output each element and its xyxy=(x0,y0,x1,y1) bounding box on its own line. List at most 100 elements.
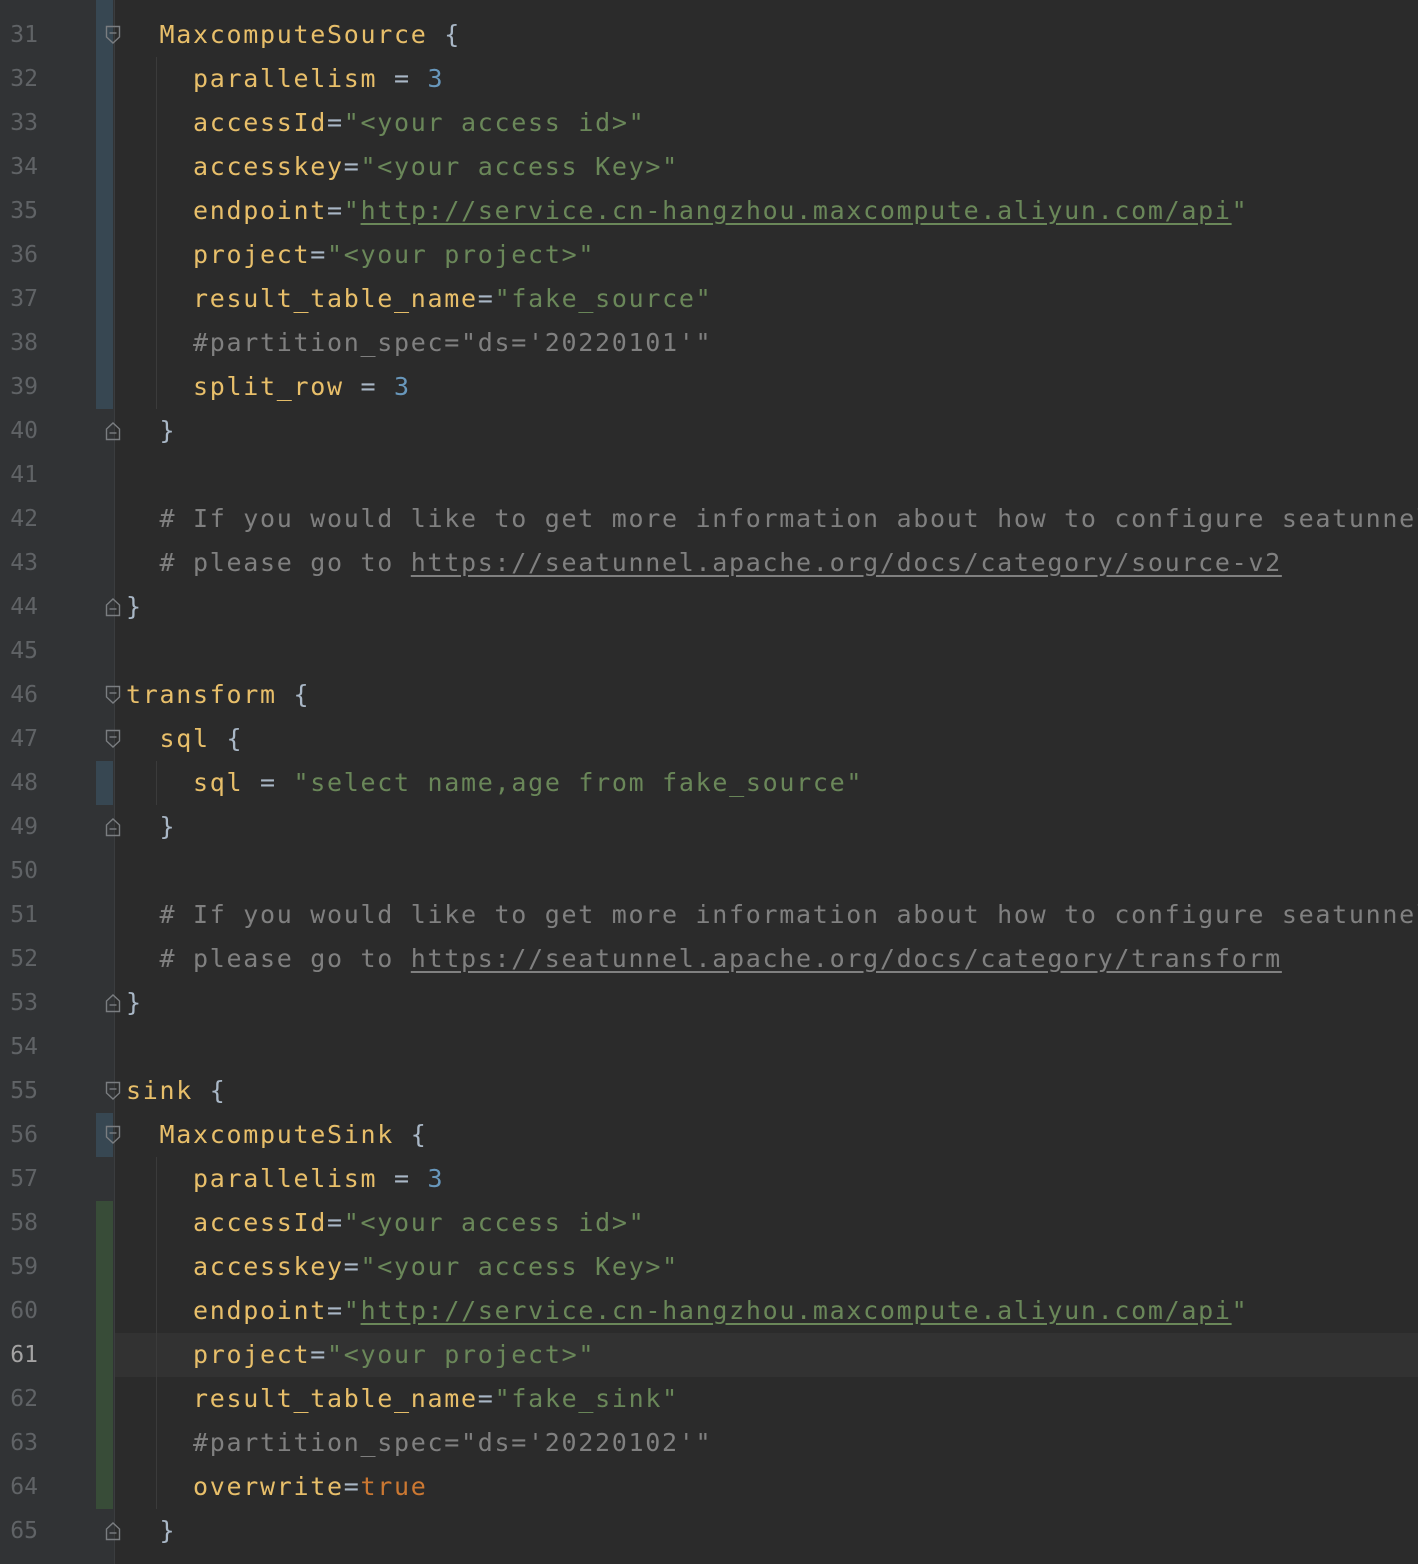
code-line[interactable]: 37 result_table_name="fake_source" xyxy=(0,277,1418,321)
line-number[interactable]: 53 xyxy=(0,981,38,1025)
line-number[interactable]: 45 xyxy=(0,629,38,673)
code-line[interactable]: 34 accesskey="<your access Key>" xyxy=(0,145,1418,189)
line-number[interactable]: 42 xyxy=(0,497,38,541)
code-text[interactable]: accessId="<your access id>" xyxy=(126,101,645,145)
code-text[interactable]: parallelism = 3 xyxy=(126,1157,444,1201)
code-text[interactable]: accessId="<your access id>" xyxy=(126,1201,645,1245)
code-text[interactable]: endpoint="http://service.cn-hangzhou.max… xyxy=(126,1289,1248,1333)
code-line[interactable]: 42 # If you would like to get more infor… xyxy=(0,497,1418,541)
code-text[interactable]: result_table_name="fake_sink" xyxy=(126,1377,679,1421)
code-text[interactable]: } xyxy=(126,805,176,849)
code-text[interactable]: split_row = 3 xyxy=(126,365,411,409)
line-number[interactable]: 38 xyxy=(0,321,38,365)
line-number[interactable]: 65 xyxy=(0,1509,38,1553)
code-line[interactable]: 33 accessId="<your access id>" xyxy=(0,101,1418,145)
code-text[interactable]: sink { xyxy=(126,1069,227,1113)
code-line[interactable]: 52 # please go to https://seatunnel.apac… xyxy=(0,937,1418,981)
code-text[interactable]: } xyxy=(126,409,176,453)
line-number[interactable]: 58 xyxy=(0,1201,38,1245)
line-number[interactable]: 35 xyxy=(0,189,38,233)
line-number[interactable]: 43 xyxy=(0,541,38,585)
code-text[interactable]: } xyxy=(126,1509,176,1553)
code-line[interactable]: 56 MaxcomputeSink { xyxy=(0,1113,1418,1157)
code-line[interactable]: 51 # If you would like to get more infor… xyxy=(0,893,1418,937)
code-line[interactable]: 48 sql = "select name,age from fake_sour… xyxy=(0,761,1418,805)
code-text[interactable]: parallelism = 3 xyxy=(126,57,444,101)
code-line[interactable]: 63 #partition_spec="ds='20220102'" xyxy=(0,1421,1418,1465)
code-text[interactable]: #partition_spec="ds='20220102'" xyxy=(126,1421,712,1465)
line-number[interactable]: 51 xyxy=(0,893,38,937)
line-number[interactable]: 39 xyxy=(0,365,38,409)
code-text[interactable]: overwrite=true xyxy=(126,1465,428,1509)
code-text[interactable]: transform { xyxy=(126,673,310,717)
line-number[interactable]: 37 xyxy=(0,277,38,321)
code-line[interactable]: 47 sql { xyxy=(0,717,1418,761)
code-text[interactable]: MaxcomputeSink { xyxy=(126,1113,428,1157)
code-text[interactable]: project="<your project>" xyxy=(126,233,595,277)
line-number[interactable]: 64 xyxy=(0,1465,38,1509)
code-line[interactable]: 55 sink { xyxy=(0,1069,1418,1113)
line-number[interactable]: 47 xyxy=(0,717,38,761)
code-line[interactable]: 49 } xyxy=(0,805,1418,849)
code-line[interactable]: 45 xyxy=(0,629,1418,673)
code-line[interactable]: 44} xyxy=(0,585,1418,629)
line-number[interactable]: 31 xyxy=(0,13,38,57)
code-editor[interactable]: 31 MaxcomputeSource {32 parallelism = 33… xyxy=(0,0,1418,1564)
code-line[interactable]: 43 # please go to https://seatunnel.apac… xyxy=(0,541,1418,585)
line-number[interactable]: 56 xyxy=(0,1113,38,1157)
line-number[interactable]: 34 xyxy=(0,145,38,189)
code-text[interactable]: accesskey="<your access Key>" xyxy=(126,145,679,189)
code-line[interactable]: 41 xyxy=(0,453,1418,497)
line-number[interactable]: 54 xyxy=(0,1025,38,1069)
code-text[interactable]: endpoint="http://service.cn-hangzhou.max… xyxy=(126,189,1248,233)
line-number[interactable]: 46 xyxy=(0,673,38,717)
code-line[interactable]: 61 project="<your project>" xyxy=(0,1333,1418,1377)
code-text[interactable]: # If you would like to get more informat… xyxy=(126,497,1418,541)
code-text[interactable]: } xyxy=(126,585,143,629)
code-text[interactable]: sql = "select name,age from fake_source" xyxy=(126,761,863,805)
line-number[interactable]: 41 xyxy=(0,453,38,497)
code-line[interactable]: 36 project="<your project>" xyxy=(0,233,1418,277)
line-number[interactable]: 52 xyxy=(0,937,38,981)
line-number[interactable]: 33 xyxy=(0,101,38,145)
line-number[interactable]: 57 xyxy=(0,1157,38,1201)
line-number[interactable]: 59 xyxy=(0,1245,38,1289)
code-text[interactable]: # If you would like to get more informat… xyxy=(126,893,1418,937)
code-text[interactable]: #partition_spec="ds='20220101'" xyxy=(126,321,712,365)
code-line[interactable]: 65 } xyxy=(0,1509,1418,1553)
line-number[interactable]: 48 xyxy=(0,761,38,805)
code-text[interactable]: project="<your project>" xyxy=(126,1333,595,1377)
line-number[interactable]: 60 xyxy=(0,1289,38,1333)
code-text[interactable]: accesskey="<your access Key>" xyxy=(126,1245,679,1289)
line-number[interactable]: 62 xyxy=(0,1377,38,1421)
code-line[interactable]: 53} xyxy=(0,981,1418,1025)
code-line[interactable]: 32 parallelism = 3 xyxy=(0,57,1418,101)
code-line[interactable]: 54 xyxy=(0,1025,1418,1069)
code-line[interactable]: 46 transform { xyxy=(0,673,1418,717)
line-number[interactable]: 61 xyxy=(0,1333,38,1377)
line-number[interactable]: 44 xyxy=(0,585,38,629)
line-number[interactable]: 49 xyxy=(0,805,38,849)
code-line[interactable]: 39 split_row = 3 xyxy=(0,365,1418,409)
code-line[interactable]: 59 accesskey="<your access Key>" xyxy=(0,1245,1418,1289)
code-text[interactable]: # please go to https://seatunnel.apache.… xyxy=(126,541,1282,585)
code-text[interactable]: } xyxy=(126,981,143,1025)
code-line[interactable]: 57 parallelism = 3 xyxy=(0,1157,1418,1201)
line-number[interactable]: 40 xyxy=(0,409,38,453)
code-line[interactable]: 58 accessId="<your access id>" xyxy=(0,1201,1418,1245)
code-line[interactable]: 64 overwrite=true xyxy=(0,1465,1418,1509)
code-text[interactable]: # please go to https://seatunnel.apache.… xyxy=(126,937,1282,981)
code-line[interactable]: 62 result_table_name="fake_sink" xyxy=(0,1377,1418,1421)
code-line[interactable]: 31 MaxcomputeSource { xyxy=(0,13,1418,57)
code-line[interactable]: 50 xyxy=(0,849,1418,893)
line-number[interactable]: 50 xyxy=(0,849,38,893)
line-number[interactable]: 36 xyxy=(0,233,38,277)
line-number[interactable]: 63 xyxy=(0,1421,38,1465)
code-text[interactable]: MaxcomputeSource { xyxy=(126,13,461,57)
code-line[interactable]: 35 endpoint="http://service.cn-hangzhou.… xyxy=(0,189,1418,233)
code-text[interactable]: sql { xyxy=(126,717,243,761)
code-line[interactable]: 40 } xyxy=(0,409,1418,453)
code-text[interactable]: result_table_name="fake_source" xyxy=(126,277,712,321)
line-number[interactable]: 55 xyxy=(0,1069,38,1113)
line-number[interactable]: 32 xyxy=(0,57,38,101)
